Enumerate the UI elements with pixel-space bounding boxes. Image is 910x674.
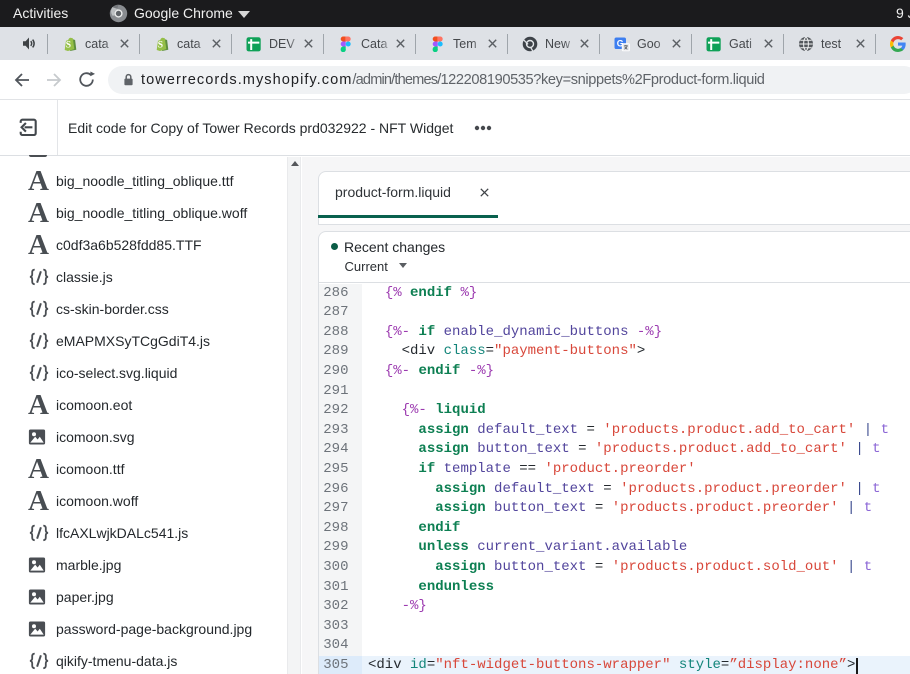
svg-text:S: S <box>158 41 163 51</box>
svg-text:S: S <box>66 41 71 51</box>
